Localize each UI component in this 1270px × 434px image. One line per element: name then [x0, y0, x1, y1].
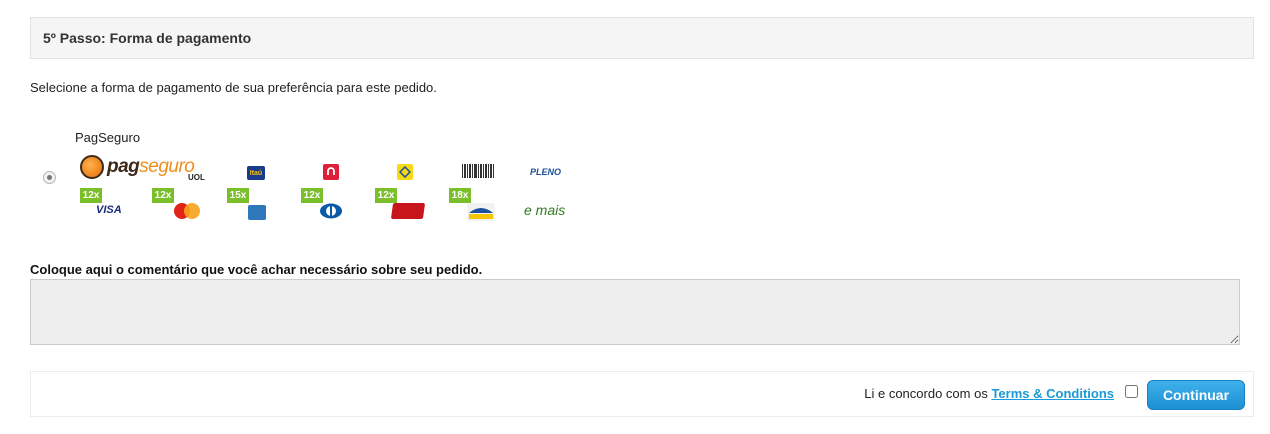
installment-badge-mastercard: 12x: [152, 188, 174, 203]
comment-textarea[interactable]: [30, 279, 1240, 345]
hipercard-icon: [390, 203, 426, 219]
installment-badge-amex: 15x: [227, 188, 249, 203]
installment-badge-aura: 18x: [449, 188, 471, 203]
step-header: 5º Passo: Forma de pagamento: [30, 17, 1254, 59]
step-title: 5º Passo: Forma de pagamento: [43, 30, 252, 46]
logo-text-bold: pag: [107, 156, 140, 177]
banco-do-brasil-icon: [397, 164, 413, 180]
pleno-text: PLENO: [530, 167, 562, 177]
pagseguro-ball-icon: [80, 155, 104, 179]
pleno-icon: PLENO: [530, 167, 561, 177]
installment-badge-visa: 12x: [80, 188, 102, 203]
amex-icon: [248, 205, 266, 220]
installment-badge-diners: 12x: [301, 188, 323, 203]
comment-label: Coloque aqui o comentário que você achar…: [30, 262, 483, 277]
barcode-icon: [462, 164, 494, 180]
continue-button[interactable]: Continuar: [1147, 380, 1245, 410]
logo-text-light: seguro: [139, 156, 195, 177]
bradesco-icon: [323, 164, 339, 180]
pagseguro-logo: pag seguro UOL: [80, 152, 205, 182]
agree-prefix: Li e concordo com os: [864, 386, 988, 401]
aura-icon: [467, 203, 495, 221]
itau-icon: Itaú: [247, 166, 265, 180]
pagseguro-radio[interactable]: [43, 171, 56, 184]
visa-icon: VISA: [96, 204, 122, 216]
agree-text: Li e concordo com os Terms & Conditions: [864, 386, 1114, 401]
diners-icon: [319, 203, 343, 219]
footer-bar: Li e concordo com os Terms & Conditions …: [30, 371, 1254, 417]
installment-badge-hipercard: 12x: [375, 188, 397, 203]
more-brands-text: e mais: [524, 202, 566, 218]
terms-link[interactable]: Terms & Conditions: [991, 386, 1114, 401]
payment-method-label: PagSeguro: [75, 130, 141, 145]
intro-text: Selecione a forma de pagamento de sua pr…: [30, 80, 437, 95]
logo-uol: UOL: [188, 173, 205, 182]
mastercard-icon: [172, 202, 202, 220]
agree-checkbox[interactable]: [1125, 385, 1138, 398]
